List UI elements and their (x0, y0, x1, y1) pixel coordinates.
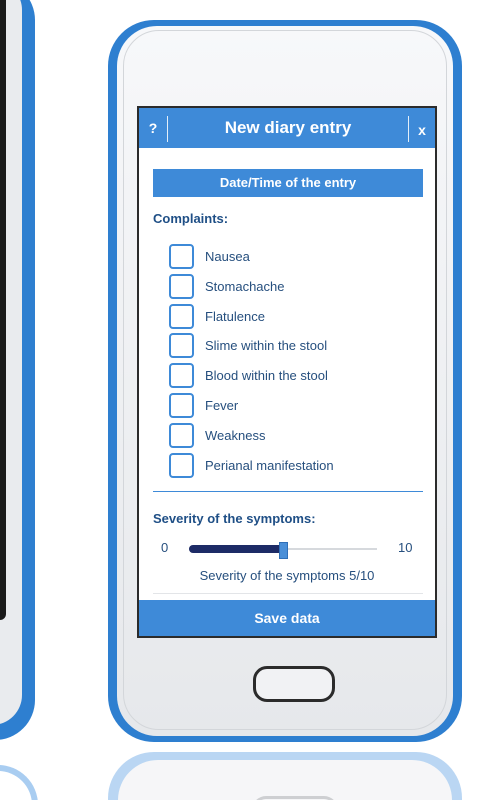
checkbox-label: Flatulence (205, 308, 265, 324)
checkbox[interactable] (169, 303, 194, 329)
checkbox-label: Nausea (205, 249, 250, 264)
checkbox-label: Stomachache (205, 278, 285, 294)
date-time-button[interactable]: Date/Time of the entry (153, 169, 423, 197)
home-button-reflection (252, 796, 338, 800)
complaint-row-weakness[interactable]: Weakness (169, 422, 419, 452)
app-screenshot: ? New diary entry x Date/Time of the ent… (0, 0, 480, 800)
phone-reflection-body (118, 760, 452, 800)
severity-slider[interactable] (189, 542, 377, 559)
checkbox[interactable] (169, 363, 194, 389)
checkbox[interactable] (169, 333, 194, 359)
complaint-row-nausea[interactable]: Nausea (169, 243, 419, 273)
checkbox[interactable] (169, 452, 194, 478)
slider-fill (189, 545, 283, 553)
checkbox-label: Slime within the stool (205, 338, 328, 354)
footer-divider (153, 593, 423, 594)
slider-max-label: 10 (398, 540, 413, 555)
close-button[interactable]: x (409, 108, 435, 148)
complaint-row-flatulence[interactable]: Flatulence (169, 303, 419, 333)
slider-min-label: 0 (161, 540, 169, 555)
checkbox-label: Blood within the stool (205, 368, 328, 384)
adjacent-phone-screen (0, 0, 6, 620)
checkbox[interactable] (169, 244, 194, 269)
page-title: New diary entry (224, 118, 352, 137)
complaints-label: Complaints: (153, 211, 229, 226)
checkbox-label: Fever (205, 397, 239, 413)
adjacent-phone-reflection (0, 765, 38, 800)
home-button-icon[interactable] (253, 666, 335, 702)
complaint-row-blood[interactable]: Blood within the stool (169, 362, 419, 392)
checkbox[interactable] (169, 422, 194, 448)
complaints-list: Nausea Stomachache Flatulence Slime with… (169, 243, 419, 481)
help-button[interactable]: ? (139, 108, 167, 148)
checkbox-label: Perianal manifestation (205, 457, 334, 473)
phone-reflection (108, 752, 462, 800)
severity-value-text: Severity of the symptoms 5/10 (199, 568, 375, 583)
slider-thumb[interactable] (279, 542, 288, 559)
checkbox-label: Weakness (205, 427, 266, 443)
complaint-row-perianal[interactable]: Perianal manifestation (169, 452, 419, 482)
app-screen: ? New diary entry x Date/Time of the ent… (137, 106, 437, 638)
severity-label: Severity of the symptoms: (153, 511, 316, 526)
checkbox[interactable] (169, 273, 194, 299)
save-button[interactable]: Save data (139, 600, 435, 636)
complaint-row-slime[interactable]: Slime within the stool (169, 332, 419, 362)
title-bar: ? New diary entry x (139, 108, 435, 148)
checkbox[interactable] (169, 392, 194, 418)
complaint-row-fever[interactable]: Fever (169, 392, 419, 422)
complaint-row-stomachache[interactable]: Stomachache (169, 273, 419, 303)
section-divider (153, 491, 423, 492)
